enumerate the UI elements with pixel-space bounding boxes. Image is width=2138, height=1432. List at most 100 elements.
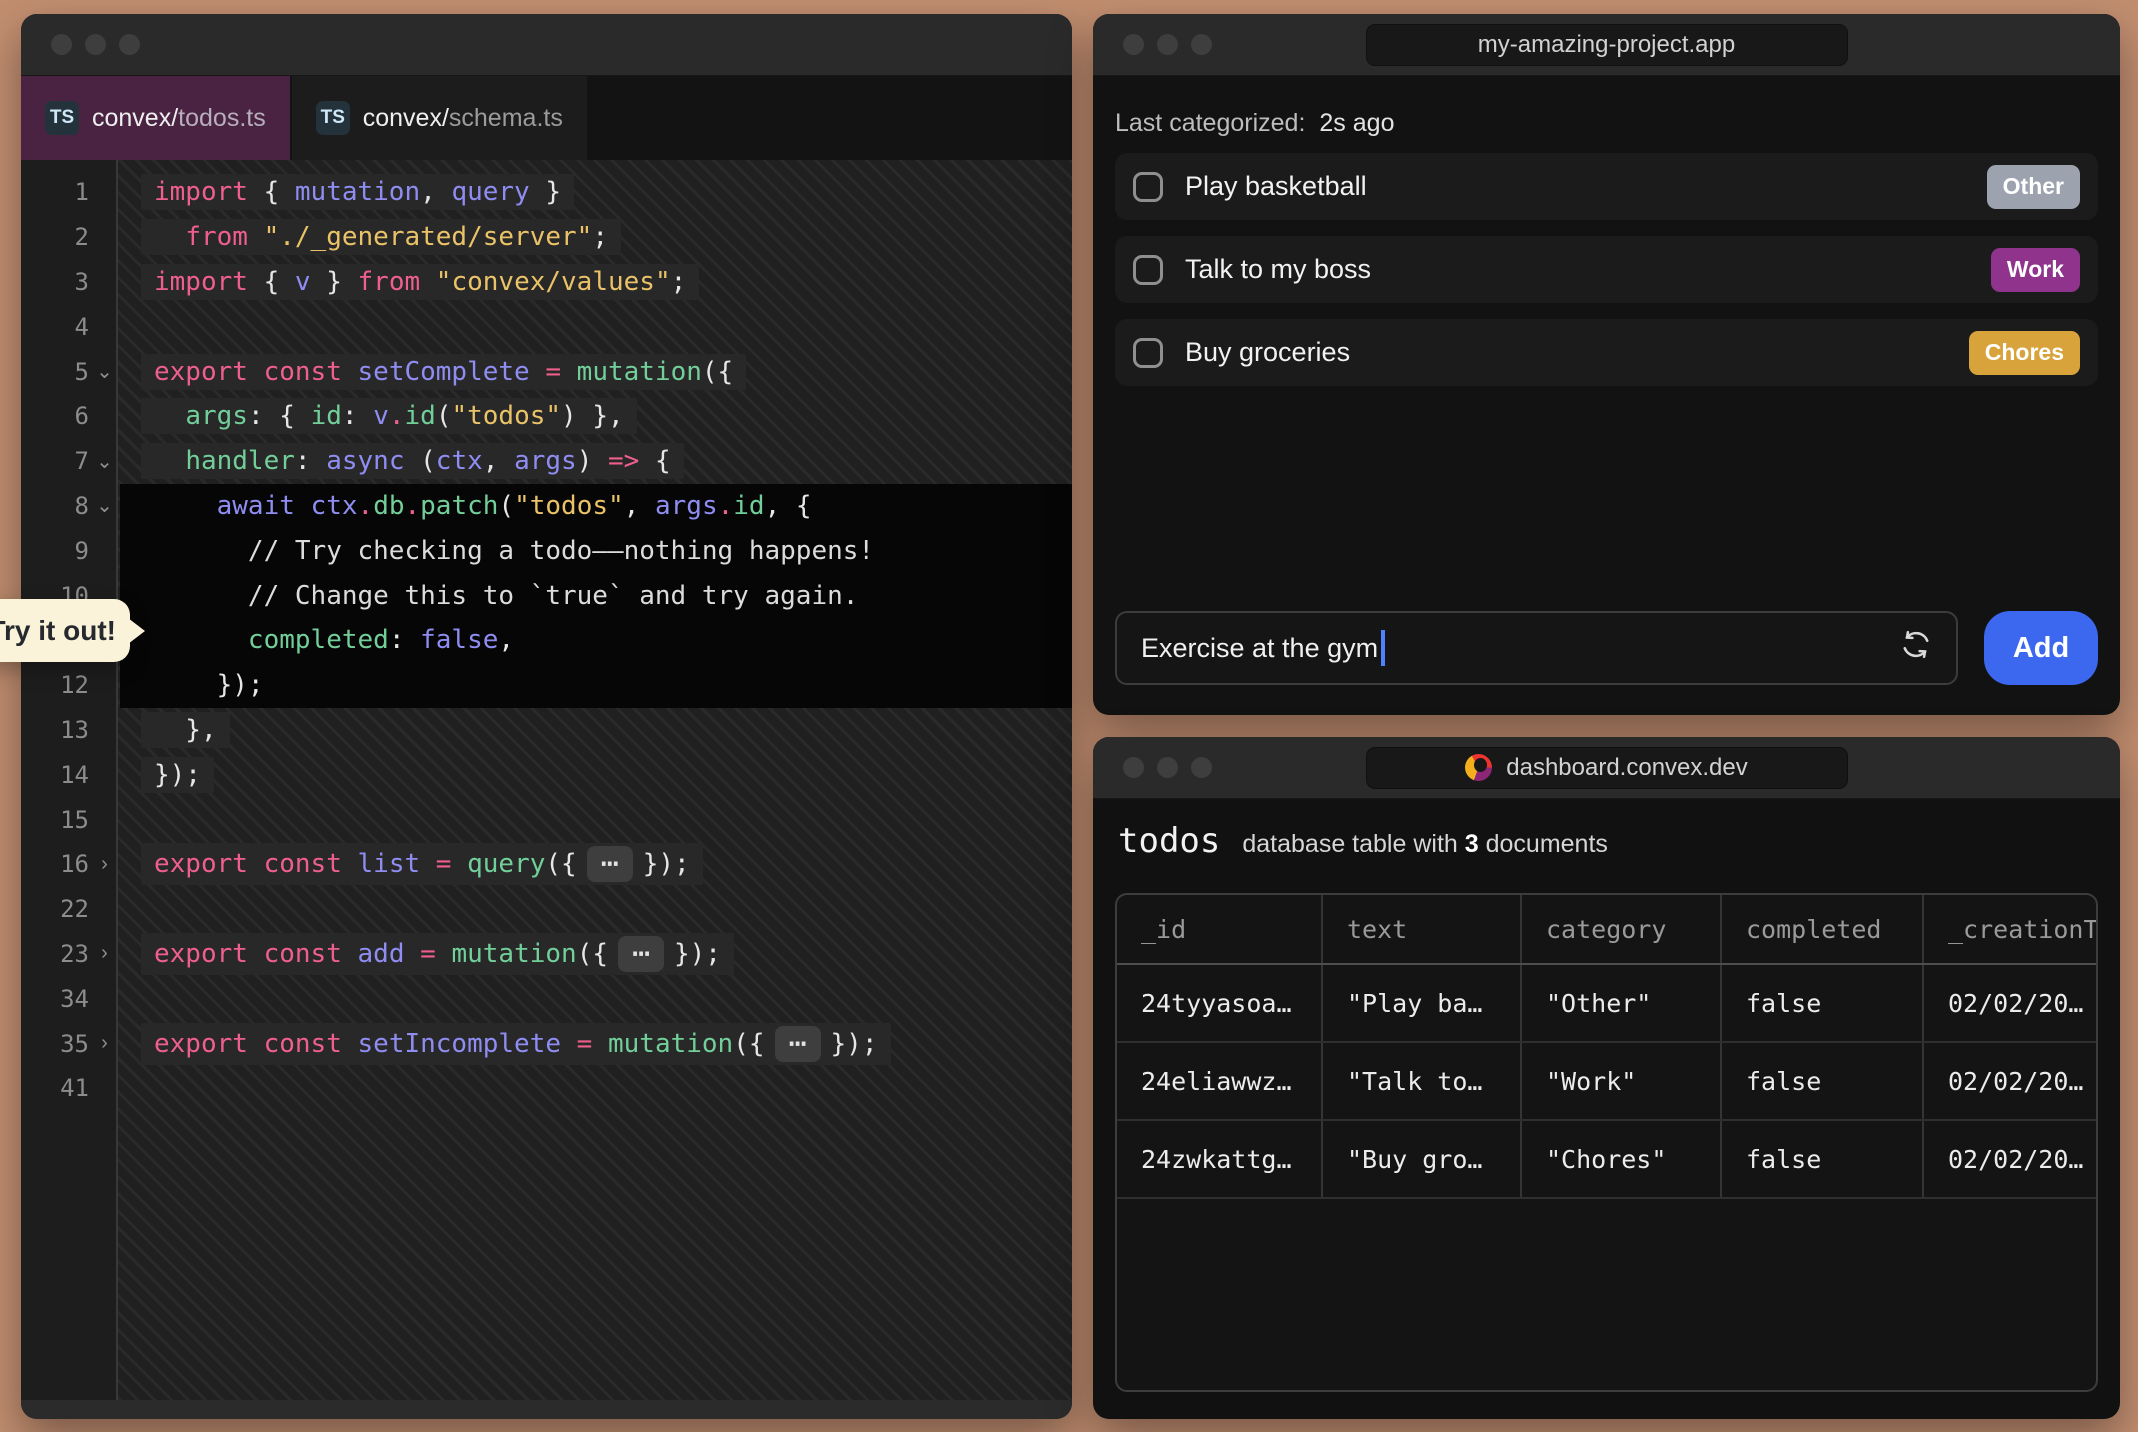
window-controls xyxy=(1123,757,1212,778)
line-number: 41 xyxy=(21,1074,89,1102)
todo-app-title-text: my-amazing-project.app xyxy=(1478,31,1735,59)
table-subtitle: database table with 3 documents xyxy=(1242,830,1608,859)
window-control-dot[interactable] xyxy=(1191,34,1212,55)
line-number: 15 xyxy=(21,806,89,834)
code-line[interactable]: 15 xyxy=(21,797,1072,842)
code-line[interactable]: 41 xyxy=(21,1066,1072,1111)
line-number: 16 xyxy=(21,850,89,878)
todo-checkbox[interactable] xyxy=(1133,172,1163,202)
line-number: 34 xyxy=(21,985,89,1013)
folded-code-icon[interactable]: ⋯ xyxy=(587,846,633,882)
table-name: todos xyxy=(1118,821,1220,861)
window-control-dot[interactable] xyxy=(1191,757,1212,778)
folded-code-icon[interactable]: ⋯ xyxy=(618,936,664,972)
code-line[interactable]: 5⌄export const setComplete = mutation({ xyxy=(21,349,1072,394)
table-cell: 02/02/20… xyxy=(1924,965,2096,1041)
window-control-dot[interactable] xyxy=(1157,34,1178,55)
code-line[interactable]: 6 args: { id: v.id("todos") }, xyxy=(21,394,1072,439)
dashboard-title-text: dashboard.convex.dev xyxy=(1506,754,1748,782)
table-cell: "Buy gro… xyxy=(1323,1121,1522,1197)
code-line[interactable]: 10 // Change this to `true` and try agai… xyxy=(21,573,1072,618)
todo-app-title: my-amazing-project.app xyxy=(1366,24,1848,66)
code-line[interactable]: 9 // Try checking a todo——nothing happen… xyxy=(21,528,1072,573)
table-cell: 24zwkattg… xyxy=(1117,1121,1323,1197)
refresh-icon[interactable] xyxy=(1898,627,1934,670)
line-number: 2 xyxy=(21,223,89,251)
line-number: 5 xyxy=(21,358,89,386)
line-number: 8 xyxy=(21,492,89,520)
category-badge: Chores xyxy=(1969,331,2080,375)
column-header[interactable]: category xyxy=(1522,895,1722,963)
table-cell: 02/02/20… xyxy=(1924,1043,2096,1119)
code-line[interactable]: 3import { v } from "convex/values"; xyxy=(21,260,1072,305)
code-line[interactable]: 13 }, xyxy=(21,708,1072,753)
code-line[interactable]: 35›export const setIncomplete = mutation… xyxy=(21,1021,1072,1066)
new-todo-input[interactable]: Exercise at the gym xyxy=(1115,611,1958,685)
code-line[interactable]: 23›export const add = mutation({⋯}); xyxy=(21,932,1072,977)
tab-todos.ts[interactable]: TSconvex/todos.ts xyxy=(21,76,290,160)
editor-titlebar xyxy=(21,14,1072,76)
todo-text: Play basketball xyxy=(1185,171,1987,202)
code-line[interactable]: 34 xyxy=(21,976,1072,1021)
code-line[interactable]: 14}); xyxy=(21,752,1072,797)
tab-schema.ts[interactable]: TSconvex/schema.ts xyxy=(292,76,587,160)
column-header[interactable]: text xyxy=(1323,895,1522,963)
window-control-dot[interactable] xyxy=(119,34,140,55)
window-control-dot[interactable] xyxy=(51,34,72,55)
window-control-dot[interactable] xyxy=(1157,757,1178,778)
add-todo-button[interactable]: Add xyxy=(1984,611,2098,685)
code-lines: 1import { mutation, query }2 from "./_ge… xyxy=(21,170,1072,1111)
code-line[interactable]: 12 }); xyxy=(21,663,1072,708)
typescript-file-icon: TS xyxy=(316,101,350,135)
editor-body[interactable]: 1import { mutation, query }2 from "./_ge… xyxy=(21,160,1072,1400)
code-line[interactable]: 7⌄ handler: async (ctx, args) => { xyxy=(21,439,1072,484)
code-line[interactable]: 4 xyxy=(21,304,1072,349)
fold-open-icon[interactable]: ⌄ xyxy=(89,359,120,384)
line-number: 35 xyxy=(21,1030,89,1058)
code-line[interactable]: 11 completed: false, xyxy=(21,618,1072,663)
window-control-dot[interactable] xyxy=(1123,757,1144,778)
todo-checkbox[interactable] xyxy=(1133,338,1163,368)
editor-statusbar xyxy=(21,1400,1072,1419)
code-line[interactable]: 2 from "./_generated/server"; xyxy=(21,215,1072,260)
window-control-dot[interactable] xyxy=(1123,34,1144,55)
line-number: 3 xyxy=(21,268,89,296)
code-line[interactable]: 8⌄ await ctx.db.patch("todos", args.id, … xyxy=(21,484,1072,529)
table-cell: 02/02/20… xyxy=(1924,1121,2096,1197)
table-cell: "Work" xyxy=(1522,1043,1722,1119)
todo-row: Talk to my bossWork xyxy=(1115,236,2098,303)
code-line[interactable]: 1import { mutation, query } xyxy=(21,170,1072,215)
table-row[interactable]: 24zwkattg…"Buy gro…"Chores"false02/02/20… xyxy=(1117,1121,2096,1199)
dashboard-titlebar: dashboard.convex.dev xyxy=(1093,737,2120,799)
line-number: 22 xyxy=(21,895,89,923)
table-header-row: _idtextcategorycompleted_creationTime xyxy=(1117,895,2096,965)
line-number: 7 xyxy=(21,447,89,475)
last-categorized-label: Last categorized: xyxy=(1115,109,1305,137)
window-controls xyxy=(51,34,140,55)
window-control-dot[interactable] xyxy=(85,34,106,55)
try-it-out-tooltip: Try it out! xyxy=(0,599,130,662)
table-row[interactable]: 24tyyasoa…"Play ba…"Other"false02/02/20… xyxy=(1117,965,2096,1043)
column-header[interactable]: completed xyxy=(1722,895,1924,963)
fold-open-icon[interactable]: ⌄ xyxy=(89,493,120,518)
todo-checkbox[interactable] xyxy=(1133,255,1163,285)
dashboard-window: dashboard.convex.dev todos database tabl… xyxy=(1093,737,2120,1419)
fold-open-icon[interactable]: ⌄ xyxy=(89,449,120,474)
column-header[interactable]: _id xyxy=(1117,895,1323,963)
convex-logo-icon xyxy=(1465,754,1492,781)
table-cell: "Other" xyxy=(1522,965,1722,1041)
code-line[interactable]: 16›export const list = query({⋯}); xyxy=(21,842,1072,887)
tab-label-file: todos.ts xyxy=(178,104,266,132)
todo-text: Talk to my boss xyxy=(1185,254,1991,285)
code-line[interactable]: 22 xyxy=(21,887,1072,932)
table-cell: 24eliawwz… xyxy=(1117,1043,1323,1119)
fold-collapsed-icon[interactable]: › xyxy=(89,853,120,876)
line-number: 1 xyxy=(21,178,89,206)
fold-collapsed-icon[interactable]: › xyxy=(89,1032,120,1055)
folded-code-icon[interactable]: ⋯ xyxy=(775,1026,821,1062)
todo-app-titlebar: my-amazing-project.app xyxy=(1093,14,2120,76)
table-row[interactable]: 24eliawwz…"Talk to…"Work"false02/02/20… xyxy=(1117,1043,2096,1121)
column-header[interactable]: _creationTime xyxy=(1924,895,2096,963)
fold-collapsed-icon[interactable]: › xyxy=(89,942,120,965)
todo-app-window: my-amazing-project.app Last categorized:… xyxy=(1093,14,2120,715)
